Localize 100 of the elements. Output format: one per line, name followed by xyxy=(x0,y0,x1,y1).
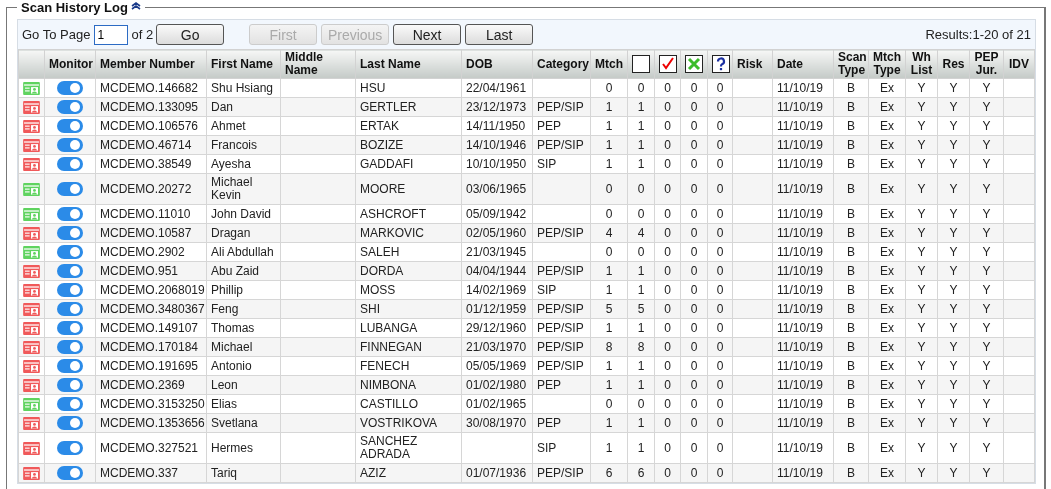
id-card-icon[interactable] xyxy=(23,466,40,480)
table-cell: 0 xyxy=(605,396,613,411)
table-cell: Y xyxy=(949,137,958,152)
monitor-toggle[interactable] xyxy=(57,441,83,455)
table-cell: Ex xyxy=(880,415,894,430)
monitor-toggle[interactable] xyxy=(57,283,83,297)
table-cell: Y xyxy=(917,282,926,297)
collapse-icon[interactable] xyxy=(130,0,141,11)
table-cell: Y xyxy=(982,320,991,335)
table-cell: MCDEMO.327521 xyxy=(100,440,199,455)
table-cell: 0 xyxy=(716,118,724,133)
table-cell: B xyxy=(847,156,855,171)
column-header: Member Number xyxy=(95,49,207,79)
id-card-icon[interactable] xyxy=(23,302,40,316)
table-cell: Y xyxy=(982,263,991,278)
table-cell: PEP/SIP xyxy=(537,339,584,354)
id-card-icon[interactable] xyxy=(23,119,40,133)
id-card-icon[interactable] xyxy=(23,441,40,455)
question-mark-icon[interactable] xyxy=(712,55,730,73)
table-cell: 0 xyxy=(690,244,698,259)
monitor-toggle[interactable] xyxy=(57,264,83,278)
monitor-toggle[interactable] xyxy=(57,359,83,373)
table-cell: 0 xyxy=(664,377,671,392)
table-cell: 1 xyxy=(637,415,645,430)
table-cell: SIP xyxy=(537,440,557,455)
monitor-toggle[interactable] xyxy=(57,182,83,196)
table-cell: 0 xyxy=(690,339,698,354)
table-cell: Y xyxy=(982,80,991,95)
table-cell: Y xyxy=(949,225,958,240)
table-cell: BOZIZE xyxy=(360,137,404,152)
id-card-icon[interactable] xyxy=(23,283,40,297)
id-card-icon[interactable] xyxy=(23,321,40,335)
monitor-toggle[interactable] xyxy=(57,157,83,171)
go-button[interactable]: Go xyxy=(156,24,225,45)
monitor-toggle[interactable] xyxy=(57,207,83,221)
table-cell: 14/02/1969 xyxy=(466,282,527,297)
table-cell: 05/09/1942 xyxy=(466,206,527,221)
page-number-field[interactable]: 1 xyxy=(94,24,129,45)
table-cell: B xyxy=(847,118,855,133)
monitor-toggle[interactable] xyxy=(57,138,83,152)
table-cell: DORDA xyxy=(360,263,404,278)
table-cell: 0 xyxy=(690,301,698,316)
id-card-icon[interactable] xyxy=(23,264,40,278)
table-cell: 0 xyxy=(605,80,613,95)
id-card-icon[interactable] xyxy=(23,416,40,430)
id-card-icon[interactable] xyxy=(23,100,40,114)
table-cell: MCDEMO.337 xyxy=(100,465,179,480)
id-card-icon[interactable] xyxy=(23,245,40,259)
table-cell: Y xyxy=(917,156,926,171)
table-cell: 0 xyxy=(605,181,613,196)
empty-box-icon[interactable] xyxy=(632,55,650,73)
table-cell: Y xyxy=(917,137,926,152)
monitor-toggle[interactable] xyxy=(57,302,83,316)
id-card-icon[interactable] xyxy=(23,378,40,392)
id-card-icon[interactable] xyxy=(23,138,40,152)
table-cell: Y xyxy=(949,465,958,480)
monitor-toggle[interactable] xyxy=(57,81,83,95)
table-cell: 0 xyxy=(664,282,671,297)
table-cell: Ayesha xyxy=(211,156,251,171)
table-cell: Abu Zaid xyxy=(211,263,260,278)
id-card-icon[interactable] xyxy=(23,207,40,221)
table-cell: John David xyxy=(211,206,272,221)
id-card-icon[interactable] xyxy=(23,397,40,411)
monitor-toggle[interactable] xyxy=(57,466,83,480)
id-card-icon[interactable] xyxy=(23,182,40,196)
table-cell: Y xyxy=(982,339,991,354)
checkmark-icon[interactable] xyxy=(659,55,677,73)
table-cell: Y xyxy=(982,137,991,152)
monitor-toggle[interactable] xyxy=(57,119,83,133)
table-cell: PEP xyxy=(537,415,561,430)
monitor-toggle[interactable] xyxy=(57,100,83,114)
table-cell: 0 xyxy=(664,181,671,196)
table-cell: Ex xyxy=(880,137,894,152)
table-cell: PEP/SIP xyxy=(537,263,584,278)
table-cell: 14/11/1950 xyxy=(466,118,526,133)
table-cell: Ex xyxy=(880,465,894,480)
monitor-toggle[interactable] xyxy=(57,321,83,335)
pager-button[interactable]: Last xyxy=(465,24,534,45)
table-cell: VOSTRIKOVA xyxy=(360,415,438,430)
table-cell: 01/07/1936 xyxy=(466,465,527,480)
table-cell: 1 xyxy=(605,320,613,335)
table-cell: B xyxy=(847,263,855,278)
table-cell: 11/10/19 xyxy=(777,225,823,240)
monitor-toggle[interactable] xyxy=(57,245,83,259)
monitor-toggle[interactable] xyxy=(57,416,83,430)
table-cell: 0 xyxy=(716,225,724,240)
id-card-icon[interactable] xyxy=(23,157,40,171)
monitor-toggle[interactable] xyxy=(57,226,83,240)
cross-icon[interactable] xyxy=(685,55,703,73)
monitor-toggle[interactable] xyxy=(57,378,83,392)
monitor-toggle[interactable] xyxy=(57,340,83,354)
id-card-icon[interactable] xyxy=(23,340,40,354)
column-header: Risk xyxy=(732,49,773,79)
id-card-icon[interactable] xyxy=(23,226,40,240)
monitor-toggle[interactable] xyxy=(57,397,83,411)
id-card-icon[interactable] xyxy=(23,359,40,373)
pager-button[interactable]: Next xyxy=(393,24,462,45)
id-card-icon[interactable] xyxy=(23,81,40,95)
table-cell: 11/10/19 xyxy=(777,137,823,152)
table-cell: 0 xyxy=(664,244,671,259)
